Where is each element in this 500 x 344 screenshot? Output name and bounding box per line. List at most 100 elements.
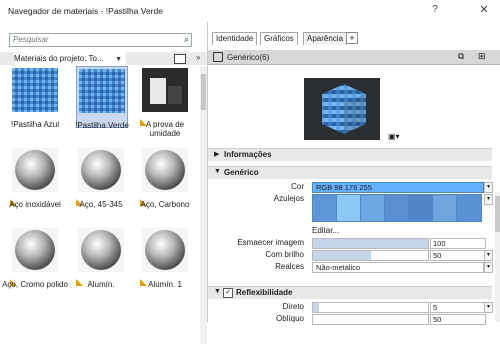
gloss-value-field[interactable]: 50	[430, 250, 486, 261]
preview-options-dropdown[interactable]: ▣▾	[388, 132, 400, 142]
material-thumbnail	[142, 148, 188, 192]
highlight-label: Realces	[275, 262, 304, 271]
tab-label: Aparência	[307, 34, 344, 43]
oblique-value-field[interactable]: 50	[430, 314, 486, 325]
material-tile[interactable]: A prova de umidade	[140, 66, 190, 138]
view-toggle-icon[interactable]	[174, 54, 186, 64]
tab-strip: Identidade Gráficos Aparência +	[208, 32, 500, 46]
section-info-header[interactable]: ▶ Informações	[208, 148, 492, 161]
asset-name: Genérico(6)	[227, 53, 270, 62]
library-dropdown[interactable]: Materiais do projeto: To... ▼	[14, 52, 126, 65]
material-thumbnail	[78, 228, 124, 272]
material-label: !Pastilha Azul	[10, 120, 60, 129]
direct-label: Direto	[282, 302, 304, 311]
material-thumbnail	[142, 68, 188, 112]
gloss-row: Com brilho 50 ▾	[208, 250, 493, 261]
material-tile[interactable]: Aço, 45-345	[76, 146, 126, 209]
library-bar: Materiais do projeto: To... ▼ »	[0, 52, 207, 65]
material-thumbnail	[12, 68, 58, 112]
tab-identity[interactable]: Identidade	[212, 32, 258, 45]
color-swatch[interactable]: RGB 98 176 255	[312, 182, 484, 193]
material-label: Alumín. 1	[148, 280, 182, 289]
title-bar: Navegador de materiais - !Pastilha Verde…	[0, 0, 500, 22]
oblique-slider[interactable]	[312, 314, 429, 325]
material-label: A prova de umidade	[145, 120, 185, 138]
material-tile[interactable]: !Pastilha Verde	[75, 66, 129, 130]
gloss-spinner[interactable]: ▾	[484, 250, 493, 261]
section-reflect-header[interactable]: ▼ ✓ Reflexibilidade	[208, 286, 492, 299]
material-grid: !Pastilha Azul !Pastilha Verde A prova de …	[0, 66, 200, 322]
highlight-value: Não-metálico	[316, 263, 361, 272]
collapse-arrow-icon: ▼	[214, 288, 221, 295]
gloss-label: Com brilho	[265, 250, 304, 259]
material-label: !Pastilha Verde	[75, 121, 129, 130]
section-title: Informações	[224, 150, 272, 159]
search-box[interactable]: ⌕	[9, 33, 192, 47]
material-thumbnail	[12, 228, 58, 272]
expand-chevron-icon[interactable]: »	[196, 53, 200, 62]
direct-slider[interactable]	[312, 302, 429, 313]
asset-browser-icon[interactable]: ⊞	[478, 51, 486, 62]
material-tile[interactable]: Aço, Carbono	[140, 146, 190, 209]
duplicate-asset-icon[interactable]: ⧉	[458, 51, 464, 62]
highlight-dropdown-button[interactable]: ▾	[484, 262, 493, 273]
scrollbar-thumb[interactable]	[495, 196, 500, 232]
material-thumbnail	[79, 69, 125, 113]
material-tile[interactable]: Aço inoxidável	[9, 146, 61, 209]
oblique-row: Oblíquo 50	[208, 314, 492, 325]
tiles-label: Azulejos	[273, 194, 304, 203]
color-row: Cor RGB 98 176 255 ▾	[208, 182, 493, 193]
fade-slider[interactable]	[312, 238, 429, 249]
expand-arrow-icon: ▶	[214, 151, 220, 158]
window-title: Navegador de materiais - !Pastilha Verde	[8, 6, 163, 16]
material-label: Aço, Cromo polido	[2, 280, 68, 289]
fade-label: Esmaecer imagem	[237, 238, 304, 247]
section-title: Reflexibilidade	[236, 288, 293, 297]
collapse-arrow-icon: ▼	[214, 168, 221, 175]
material-editor-panel: Identidade Gráficos Aparência + Genérico…	[207, 22, 500, 325]
material-tile[interactable]: Aço, Cromo polido	[2, 226, 68, 289]
direct-value-field[interactable]: 5	[430, 302, 486, 313]
search-input[interactable]	[10, 34, 176, 45]
gloss-slider[interactable]	[312, 250, 429, 261]
highlight-select[interactable]: Não-metálico	[312, 262, 484, 273]
close-button[interactable]: ✕	[476, 3, 492, 19]
fade-value-field[interactable]: 100	[430, 238, 486, 249]
search-icon[interactable]: ⌕	[184, 34, 189, 45]
fade-slider-fill	[313, 239, 428, 248]
scrollbar-thumb[interactable]	[201, 74, 206, 110]
add-tab-button[interactable]: +	[346, 32, 358, 44]
left-scrollbar[interactable]	[200, 66, 207, 344]
asset-header: Genérico(6) ⧉ ⊞	[208, 50, 500, 65]
edit-link[interactable]: Editar...	[312, 226, 339, 235]
material-label: Aço, 45-345	[79, 200, 123, 209]
section-generic-header[interactable]: ▼ Genérico	[208, 166, 492, 179]
reflect-checkbox[interactable]: ✓	[223, 288, 233, 298]
material-tile[interactable]: Alumín.	[76, 226, 126, 289]
material-tile[interactable]: !Pastilha Azul	[10, 66, 60, 129]
help-button[interactable]: ?	[428, 4, 442, 18]
color-dropdown-button[interactable]: ▾	[484, 182, 493, 193]
tiles-row: Azulejos ▾	[208, 194, 493, 222]
tiles-texture-swatch[interactable]	[312, 194, 482, 222]
highlight-row: Realces Não-metálico ▾	[208, 262, 493, 273]
right-scrollbar[interactable]	[495, 192, 500, 322]
tab-graphics[interactable]: Gráficos	[260, 32, 298, 45]
replace-asset-icon[interactable]	[213, 52, 223, 62]
tab-label: Gráficos	[264, 34, 294, 43]
fade-row: Esmaecer imagem 100	[208, 238, 492, 249]
material-label: Aço inoxidável	[9, 200, 61, 209]
direct-slider-fill	[313, 303, 319, 312]
material-thumbnail	[142, 228, 188, 272]
direct-spinner[interactable]: ▾	[484, 302, 493, 313]
section-title: Genérico	[224, 168, 259, 177]
gloss-slider-fill	[313, 251, 371, 260]
library-label: Materiais do projeto: To...	[14, 54, 104, 63]
preview-cube-icon	[304, 78, 380, 140]
color-value: RGB 98 176 255	[316, 183, 372, 192]
material-browser-panel: ⌕ Materiais do projeto: To... ▼ » !Pasti…	[0, 22, 207, 344]
material-thumbnail	[78, 148, 124, 192]
material-tile[interactable]: Alumín. 1	[140, 226, 190, 289]
tiles-dropdown-button[interactable]: ▾	[484, 194, 493, 205]
tab-appearance[interactable]: Aparência	[303, 32, 348, 45]
